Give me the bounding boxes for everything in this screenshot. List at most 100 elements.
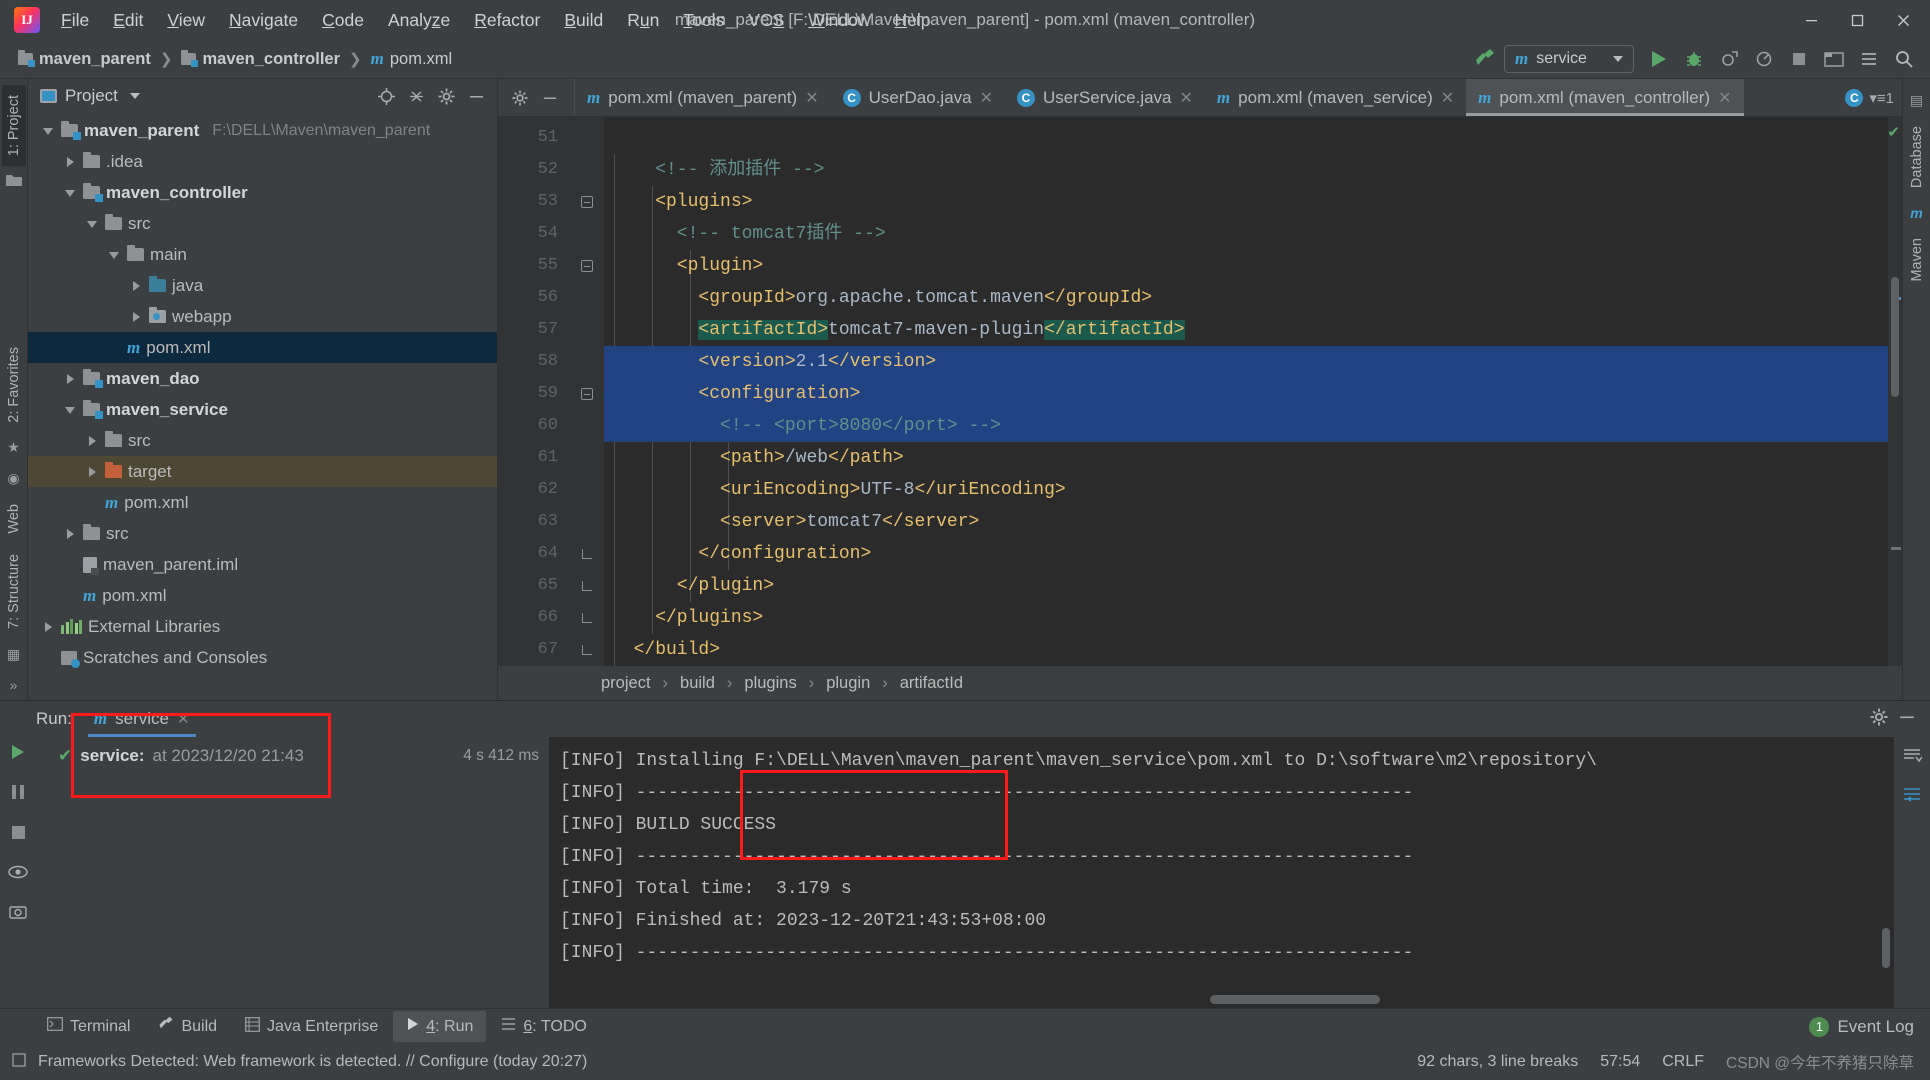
build-hammer-icon[interactable] — [1469, 44, 1501, 74]
tool-window-java-enterprise[interactable]: Java Enterprise — [232, 1011, 391, 1043]
run-configuration-selector[interactable]: m service — [1504, 45, 1634, 73]
tree-item-maven-parent[interactable]: maven_parent F:\DELL\Maven\maven_parent — [28, 115, 497, 146]
chevron-right-icon[interactable] — [64, 527, 77, 540]
camera-icon[interactable] — [9, 904, 27, 924]
pause-icon[interactable] — [11, 784, 25, 805]
maximize-button[interactable] — [1834, 0, 1880, 40]
breadcrumb-item-artifactid[interactable]: artifactId — [895, 672, 968, 695]
gear-icon[interactable] — [1870, 708, 1888, 731]
run-result-row[interactable]: ✔ service: at 2023/12/20 21:43 4 s 412 m… — [36, 741, 549, 771]
sidebar-item-structure[interactable]: 7: Structure — [2, 544, 26, 639]
breadcrumb-item-build[interactable]: build — [675, 672, 720, 695]
menu-item-build[interactable]: Build — [553, 6, 614, 35]
navbar-crumb-project[interactable]: maven_parent — [14, 48, 155, 71]
editor-breadcrumbs[interactable]: project › build › plugins › plugin › artifactId — [498, 666, 1902, 700]
sidebar-item-project[interactable]: 1: Project — [1, 85, 26, 167]
console-horizontal-scrollbar[interactable] — [1210, 995, 1380, 1004]
tree-item-pom-xml[interactable]: m pom.xml — [28, 332, 497, 363]
code-line[interactable]: <uriEncoding>UTF-8</uriEncoding> — [604, 474, 1902, 506]
tree-item-pom-xml[interactable]: m pom.xml — [28, 487, 497, 518]
maven-m-icon[interactable]: m — [1910, 198, 1922, 228]
editor-tabs[interactable]: m pom.xml (maven_parent) ✕ C UserDao.java ✕ C U… — [575, 79, 1837, 116]
code-line[interactable]: <plugins> — [604, 186, 1902, 218]
debug-button[interactable] — [1678, 44, 1710, 74]
menu-item-navigate[interactable]: Navigate — [218, 6, 309, 35]
fold-end-icon[interactable] — [570, 634, 604, 666]
update-project-button[interactable] — [1818, 44, 1850, 74]
close-icon[interactable]: ✕ — [177, 710, 190, 728]
settings-button[interactable] — [1853, 44, 1885, 74]
code-line[interactable]: <artifactId>tomcat7-maven-plugin</artifa… — [604, 314, 1902, 346]
rerun-icon[interactable] — [12, 745, 24, 764]
close-button[interactable] — [1880, 0, 1926, 40]
tree-item-maven-controller[interactable]: maven_controller — [28, 177, 497, 208]
chevron-right-icon[interactable] — [42, 620, 55, 633]
breadcrumb-item-project[interactable]: project — [596, 672, 656, 695]
status-line-separator[interactable]: CRLF — [1662, 1053, 1704, 1071]
chevron-right-icon[interactable] — [64, 155, 77, 168]
code-editor[interactable]: 51 52 53 54 55 56 57 58 59 60 61 62 63 64 65 66 67 <!-- … — [498, 117, 1902, 666]
tool-window-6--todo[interactable]: 6: TODO — [488, 1011, 599, 1042]
tab-overflow-icon[interactable]: ▾≡1 — [1869, 89, 1894, 107]
star-icon[interactable]: ★ — [7, 432, 20, 463]
gear-icon[interactable] — [433, 84, 459, 108]
code-line[interactable]: <plugin> — [604, 250, 1902, 282]
tree-item--idea[interactable]: .idea — [28, 146, 497, 177]
code-line[interactable]: <groupId>org.apache.tomcat.maven</groupI… — [604, 282, 1902, 314]
fold-end-icon[interactable] — [570, 570, 604, 602]
sidebar-item-database[interactable]: Database — [1905, 116, 1929, 198]
code-line[interactable]: <path>/web</path> — [604, 442, 1902, 474]
fold-end-icon[interactable] — [570, 602, 604, 634]
sidebar-item-favorites[interactable]: 2: Favorites — [2, 337, 26, 433]
code-folding-gutter[interactable] — [570, 117, 604, 666]
minimize-button[interactable] — [1788, 0, 1834, 40]
tree-item-src[interactable]: src — [28, 208, 497, 239]
tool-window-terminal[interactable]: Terminal — [34, 1011, 143, 1042]
run-button[interactable] — [1643, 44, 1675, 74]
console-vertical-scrollbar[interactable] — [1882, 928, 1890, 968]
status-message[interactable]: Frameworks Detected: Web framework is de… — [38, 1053, 587, 1071]
profiler-button[interactable] — [1748, 44, 1780, 74]
sidebar-item-maven[interactable]: Maven — [1905, 228, 1929, 292]
tool-window-build[interactable]: Build — [145, 1010, 230, 1043]
more-icon[interactable]: » — [10, 670, 18, 700]
tree-item-maven-service[interactable]: maven_service — [28, 394, 497, 425]
chevron-down-icon[interactable] — [64, 403, 77, 416]
code-line[interactable]: <!-- <port>8080</port> --> — [604, 410, 1902, 442]
chevron-down-icon[interactable] — [86, 217, 99, 230]
editor-tab-pom-xml--maven-parent-[interactable]: m pom.xml (maven_parent) ✕ — [575, 79, 831, 116]
run-console-output[interactable]: [INFO] Installing F:\DELL\Maven\maven_pa… — [550, 737, 1894, 1008]
stop-icon[interactable] — [11, 825, 26, 845]
main-menu[interactable]: File Edit View Navigate Code Analyze Ref… — [50, 6, 942, 35]
tree-item-target[interactable]: target — [28, 456, 497, 487]
close-icon[interactable]: ✕ — [1718, 88, 1731, 108]
navbar-crumb-file[interactable]: m pom.xml — [367, 47, 457, 71]
tree-item-external-libraries[interactable]: External Libraries — [28, 611, 497, 642]
chevron-right-icon[interactable] — [86, 434, 99, 447]
menu-item-view[interactable]: View — [156, 6, 216, 35]
java-class-icon[interactable]: C — [1845, 88, 1864, 107]
menu-item-vcs[interactable]: VCS — [737, 6, 795, 35]
status-caret-position[interactable]: 57:54 — [1600, 1053, 1640, 1071]
event-log-area[interactable]: 1 Event Log — [1809, 1016, 1930, 1037]
tree-item-src[interactable]: src — [28, 425, 497, 456]
project-files-icon[interactable] — [5, 166, 22, 196]
chevron-down-icon[interactable] — [64, 186, 77, 199]
tool-window-4--run[interactable]: 4: Run — [393, 1011, 487, 1042]
breadcrumb-item-plugins[interactable]: plugins — [739, 672, 801, 695]
menu-item-help[interactable]: Help — [884, 6, 942, 35]
chevron-down-icon[interactable] — [108, 248, 121, 261]
menu-item-edit[interactable]: Edit — [102, 6, 154, 35]
hide-icon[interactable] — [536, 85, 564, 111]
code-line[interactable]: <server>tomcat7</server> — [604, 506, 1902, 538]
tree-item-maven-dao[interactable]: maven_dao — [28, 363, 497, 394]
stop-button[interactable] — [1783, 44, 1815, 74]
tree-item-pom-xml[interactable]: m pom.xml — [28, 580, 497, 611]
close-icon[interactable]: ✕ — [805, 88, 818, 108]
locate-icon[interactable] — [373, 84, 399, 108]
menu-item-file[interactable]: File — [50, 6, 100, 35]
hide-icon[interactable] — [463, 84, 489, 108]
collapse-all-icon[interactable] — [403, 84, 429, 108]
run-tab-service[interactable]: m service ✕ — [84, 701, 200, 737]
chevron-down-icon[interactable] — [42, 124, 55, 137]
